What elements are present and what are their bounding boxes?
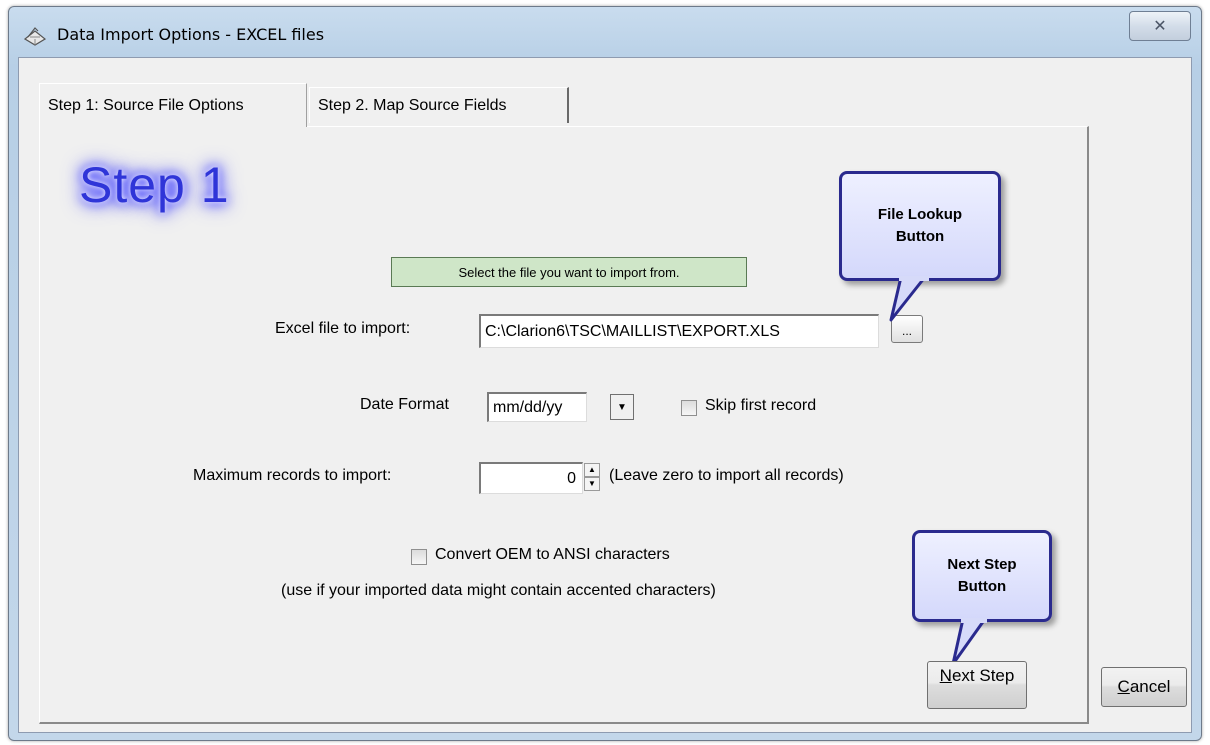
file-lookup-label: ... <box>901 324 912 338</box>
date-format-select[interactable]: mm/dd/yy <box>487 392 587 422</box>
dialog-window: Data Import Options - EXCEL files ✕ Step… <box>8 6 1202 741</box>
callout-line: File Lookup <box>877 206 963 223</box>
max-records-spinner[interactable]: ▲ ▼ <box>584 463 600 491</box>
excel-file-value: C:\Clarion6\TSC\MAILLIST\EXPORT.XLS <box>485 322 780 340</box>
spin-up-icon[interactable]: ▲ <box>584 463 600 477</box>
tab-map-source-fields[interactable]: Step 2. Map Source Fields <box>309 87 569 123</box>
skip-first-record-checkbox[interactable] <box>681 400 697 416</box>
cancel-label: ancel <box>1129 677 1171 696</box>
convert-oem-checkbox[interactable] <box>411 549 427 565</box>
convert-oem-note: (use if your imported data might contain… <box>281 582 716 599</box>
next-step-mnemonic: N <box>939 666 952 685</box>
cancel-mnemonic: C <box>1117 677 1130 696</box>
file-lookup-callout: File Lookup Button <box>839 171 1001 281</box>
skip-first-record-label: Skip first record <box>705 397 817 414</box>
callout-line: Button <box>895 228 945 245</box>
dialog-client-area: Step 1: Source File Options Step 2. Map … <box>18 57 1192 733</box>
window-title: Data Import Options - EXCEL files <box>57 25 325 44</box>
max-records-note: (Leave zero to import all records) <box>609 467 844 484</box>
date-format-dropdown-button[interactable]: ▼ <box>610 394 634 420</box>
excel-file-label: Excel file to import: <box>275 320 411 337</box>
close-button[interactable]: ✕ <box>1129 11 1191 41</box>
next-step-callout: Next Step Button <box>912 530 1052 622</box>
date-format-label: Date Format <box>360 396 449 413</box>
callout-line: Button <box>957 578 1007 595</box>
title-bar[interactable]: Data Import Options - EXCEL files ✕ <box>9 7 1201 57</box>
file-lookup-callout-tail <box>889 276 929 322</box>
excel-file-input[interactable]: C:\Clarion6\TSC\MAILLIST\EXPORT.XLS <box>479 314 879 348</box>
tab-label: Step 2. Map Source Fields <box>318 96 507 114</box>
spin-down-icon[interactable]: ▼ <box>584 477 600 491</box>
close-icon: ✕ <box>1153 18 1167 35</box>
callout-line: Next Step <box>947 556 1017 573</box>
date-format-value: mm/dd/yy <box>493 398 563 416</box>
tab-source-file-options[interactable]: Step 1: Source File Options <box>39 83 307 127</box>
max-records-label: Maximum records to import: <box>193 467 392 484</box>
hint-box: Select the file you want to import from. <box>391 257 747 287</box>
next-step-button[interactable]: Next Step <box>927 661 1027 709</box>
tab-label: Step 1: Source File Options <box>48 96 244 114</box>
import-app-icon <box>23 27 47 46</box>
next-step-label: ext Step <box>951 666 1015 685</box>
convert-oem-label: Convert OEM to ANSI characters <box>435 546 670 563</box>
chevron-down-icon: ▼ <box>617 401 627 413</box>
cancel-button[interactable]: Cancel <box>1101 667 1187 707</box>
max-records-input[interactable]: 0 <box>479 462 583 494</box>
max-records-value: 0 <box>567 469 576 487</box>
step-badge: Step 1 <box>79 157 230 213</box>
